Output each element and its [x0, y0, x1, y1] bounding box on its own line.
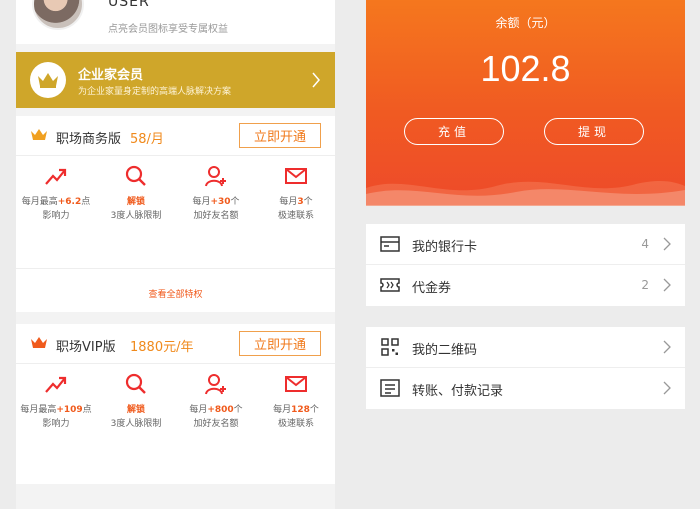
menu-count: 2 [641, 278, 649, 292]
menu-item-voucher[interactable]: 代金券 2 [366, 265, 685, 305]
view-all-privileges-link[interactable]: 查看全部特权 [16, 287, 335, 300]
plan-card-vip: 职场VIP版 1880元/年 立即开通 每月最高+109点 影响力 解锁 3度人… [16, 324, 335, 484]
plan-price: 58/月 [130, 132, 164, 147]
plan-card-business: 职场商务版 58/月 立即开通 每月最高+6.2点 影响力 解锁 3度人脉限制 … [16, 116, 335, 312]
menu-group-records: 我的二维码 转账、付款记录 [366, 327, 685, 409]
benefit-friends: 每月+30个 加好友名额 [176, 164, 256, 221]
menu-count: 4 [641, 237, 649, 251]
menu-item-qr-code[interactable]: 我的二维码 [366, 327, 685, 367]
chevron-right-icon [312, 72, 320, 88]
crown-icon [31, 129, 47, 140]
menu-group-cards: 我的银行卡 4 代金券 2 [366, 224, 685, 306]
avatar[interactable] [32, 0, 84, 30]
benefit-contact: 每月3个 极速联系 [256, 164, 335, 221]
trend-up-icon [45, 168, 67, 185]
recharge-button[interactable]: 充值 [404, 118, 504, 145]
withdraw-button[interactable]: 提现 [544, 118, 644, 145]
add-user-icon [205, 166, 226, 187]
wallet-screen: 余额（元） 102.8 充值 提现 我的银行卡 4 代金券 2 我的二维码 转账… [366, 0, 685, 509]
plan-title: 职场商务版 [56, 132, 122, 147]
enterprise-description: 为企业家量身定制的高端人脉解决方案 [78, 87, 232, 97]
open-plan-button[interactable]: 立即开通 [239, 123, 321, 148]
plan-header: 职场商务版 58/月 立即开通 [16, 116, 335, 156]
enterprise-title: 企业家会员 [78, 68, 144, 83]
menu-label: 我的二维码 [412, 343, 478, 358]
crown-icon [30, 62, 66, 98]
benefit-list: 每月最高+6.2点 影响力 解锁 3度人脉限制 每月+30个 加好友名额 每月3… [16, 164, 335, 234]
menu-item-bank-card[interactable]: 我的银行卡 4 [366, 224, 685, 264]
benefit-friends: 每月+800个 加好友名额 [176, 372, 256, 429]
crown-icon [31, 337, 47, 348]
benefit-influence: 每月最高+6.2点 影响力 [16, 164, 96, 221]
record-list-icon [380, 379, 400, 397]
plan-title: 职场VIP版 [56, 340, 116, 355]
menu-label: 代金券 [412, 281, 452, 296]
trend-up-icon [45, 376, 67, 393]
benefit-unlock: 解锁 3度人脉限制 [96, 372, 176, 429]
chevron-right-icon [663, 381, 671, 395]
divider [16, 268, 335, 269]
menu-item-transfer-records[interactable]: 转账、付款记录 [366, 368, 685, 408]
mail-icon [285, 376, 307, 392]
chevron-right-icon [663, 278, 671, 292]
enterprise-member-banner[interactable]: 企业家会员 为企业家量身定制的高端人脉解决方案 [16, 52, 335, 108]
balance-panel: 余额（元） 102.8 充值 提现 [366, 0, 685, 206]
membership-screen: USER 点亮会员图标享受专属权益 企业家会员 为企业家量身定制的高端人脉解决方… [16, 0, 335, 509]
username: USER [108, 0, 150, 10]
menu-label: 我的银行卡 [412, 240, 478, 255]
profile-description: 点亮会员图标享受专属权益 [108, 24, 228, 35]
open-plan-button[interactable]: 立即开通 [239, 331, 321, 356]
menu-label: 转账、付款记录 [412, 384, 504, 399]
profile-header: USER 点亮会员图标享受专属权益 [16, 0, 335, 44]
benefit-list: 每月最高+109点 影响力 解锁 3度人脉限制 每月+800个 加好友名额 每月… [16, 372, 335, 442]
chevron-right-icon [663, 340, 671, 354]
add-user-icon [205, 374, 226, 395]
mail-icon [285, 168, 307, 184]
benefit-influence: 每月最高+109点 影响力 [16, 372, 96, 429]
benefit-contact: 每月128个 极速联系 [256, 372, 335, 429]
chevron-right-icon [663, 237, 671, 251]
search-icon [125, 373, 146, 394]
search-icon [125, 165, 146, 186]
wave-decoration [366, 180, 685, 206]
benefit-unlock: 解锁 3度人脉限制 [96, 164, 176, 221]
balance-label: 余额（元） [495, 16, 556, 30]
voucher-icon [380, 278, 400, 292]
plan-price: 1880元/年 [130, 340, 194, 355]
bank-card-icon [380, 236, 400, 252]
qr-code-icon [381, 338, 399, 356]
balance-value: 102.8 [480, 48, 571, 89]
plan-header: 职场VIP版 1880元/年 立即开通 [16, 324, 335, 364]
